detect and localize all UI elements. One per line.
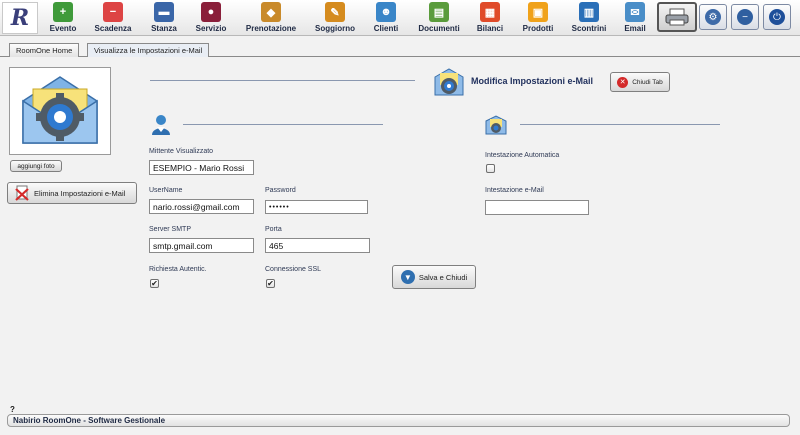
toolbar-bilanci-button[interactable]: ▦ Bilanci	[472, 1, 508, 35]
email-section-icon	[485, 115, 507, 135]
status-bar: Nabirio RoomOne - Software Gestionale	[7, 414, 790, 427]
toolbar-scadenza-button[interactable]: − Scadenza	[90, 1, 136, 35]
email-settings-photo	[9, 67, 111, 155]
gear-icon: ⚙	[705, 9, 721, 25]
email-gear-icon	[22, 76, 98, 144]
auth-required-checkbox[interactable]: ✔	[150, 279, 159, 288]
toolbar-scontrini-button[interactable]: ▥ Scontrini	[566, 1, 612, 35]
user-settings-icon	[150, 114, 172, 136]
main-toolbar: R + Evento − Scadenza ▬ Stanza ● Servizi…	[0, 0, 800, 36]
tab-roomone-home[interactable]: RoomOne Home	[9, 43, 80, 57]
save-and-close-button[interactable]: ▼ Salva e Chiudi	[392, 265, 476, 289]
user-icon: ☻	[376, 2, 396, 22]
username-label: UserName	[149, 187, 183, 194]
chart-icon: ▦	[480, 2, 500, 22]
close-tab-button[interactable]: ✕ Chiudi Tab	[610, 72, 670, 92]
auto-header-checkbox[interactable]	[486, 164, 495, 173]
delete-document-icon	[15, 185, 29, 201]
sender-input[interactable]	[149, 160, 254, 175]
toolbar-prodotti-button[interactable]: ▣ Prodotti	[517, 1, 559, 35]
toolbar-documenti-button[interactable]: ▤ Documenti	[413, 1, 465, 35]
document-icon: ▤	[429, 2, 449, 22]
password-label: Password	[265, 187, 296, 194]
port-input[interactable]	[265, 238, 370, 253]
toolbar-stanza-button[interactable]: ▬ Stanza	[146, 1, 182, 35]
power-icon: ⏻	[769, 9, 785, 25]
toolbar-email-button[interactable]: ✉ Email	[620, 1, 650, 35]
delete-email-settings-button[interactable]: Elimina Impostazioni e-Mail	[7, 182, 137, 204]
toolbar-servizio-button[interactable]: ● Servizio	[192, 1, 230, 35]
printer-icon	[665, 8, 689, 26]
toolbar-evento-button[interactable]: + Evento	[44, 1, 82, 35]
settings-button[interactable]: ⚙	[699, 4, 727, 30]
toolbar-clienti-button[interactable]: ☻ Clienti	[369, 1, 403, 35]
auto-header-label: Intestazione Automatica	[485, 152, 560, 159]
printer-button[interactable]	[657, 2, 697, 32]
page-title: Modifica Impostazioni e-Mail	[471, 76, 594, 86]
save-icon: ▼	[400, 270, 415, 284]
calendar-add-icon: +	[53, 2, 73, 22]
tab-bar: RoomOne Home Visualizza le Impostazioni …	[0, 40, 800, 57]
sender-label: Mittente Visualizzato	[149, 148, 214, 155]
email-settings-header-icon	[433, 67, 465, 97]
header-divider	[150, 80, 415, 81]
password-input[interactable]	[265, 200, 368, 214]
user-section-divider	[183, 124, 383, 125]
email-section-divider	[520, 124, 720, 125]
app-logo[interactable]: R	[2, 2, 38, 34]
power-button[interactable]: ⏻	[763, 4, 791, 30]
smtp-server-input[interactable]	[149, 238, 254, 253]
ssl-checkbox[interactable]: ✔	[266, 279, 275, 288]
email-header-input[interactable]	[485, 200, 589, 215]
toolbar-prenotazione-button[interactable]: ◆ Prenotazione	[240, 1, 302, 35]
port-label: Porta	[265, 226, 282, 233]
tab-email-settings[interactable]: Visualizza le Impostazioni e-Mail	[87, 43, 210, 57]
cake-icon: ◆	[261, 2, 281, 22]
calendar-remove-icon: −	[103, 2, 123, 22]
ssl-label: Connessione SSL	[265, 266, 322, 273]
auth-required-label: Richiesta Autentic.	[149, 266, 207, 273]
email-icon: ✉	[625, 2, 645, 22]
toolbar-soggiorno-button[interactable]: ✎ Soggiorno	[311, 1, 359, 35]
smtp-server-label: Server SMTP	[149, 226, 192, 233]
minus-icon: −	[737, 9, 753, 25]
receipt-icon: ▥	[579, 2, 599, 22]
help-marker[interactable]: ?	[10, 405, 15, 414]
add-photo-button[interactable]: aggiungi foto	[10, 160, 62, 172]
email-header-label: Intestazione e-Mail	[485, 187, 544, 194]
minimize-button[interactable]: −	[731, 4, 759, 30]
product-icon: ▣	[528, 2, 548, 22]
username-input[interactable]	[149, 199, 254, 214]
close-icon: ✕	[617, 76, 629, 88]
bed-icon: ▬	[154, 2, 174, 22]
shirt-icon: ●	[201, 2, 221, 22]
compass-icon: ✎	[325, 2, 345, 22]
